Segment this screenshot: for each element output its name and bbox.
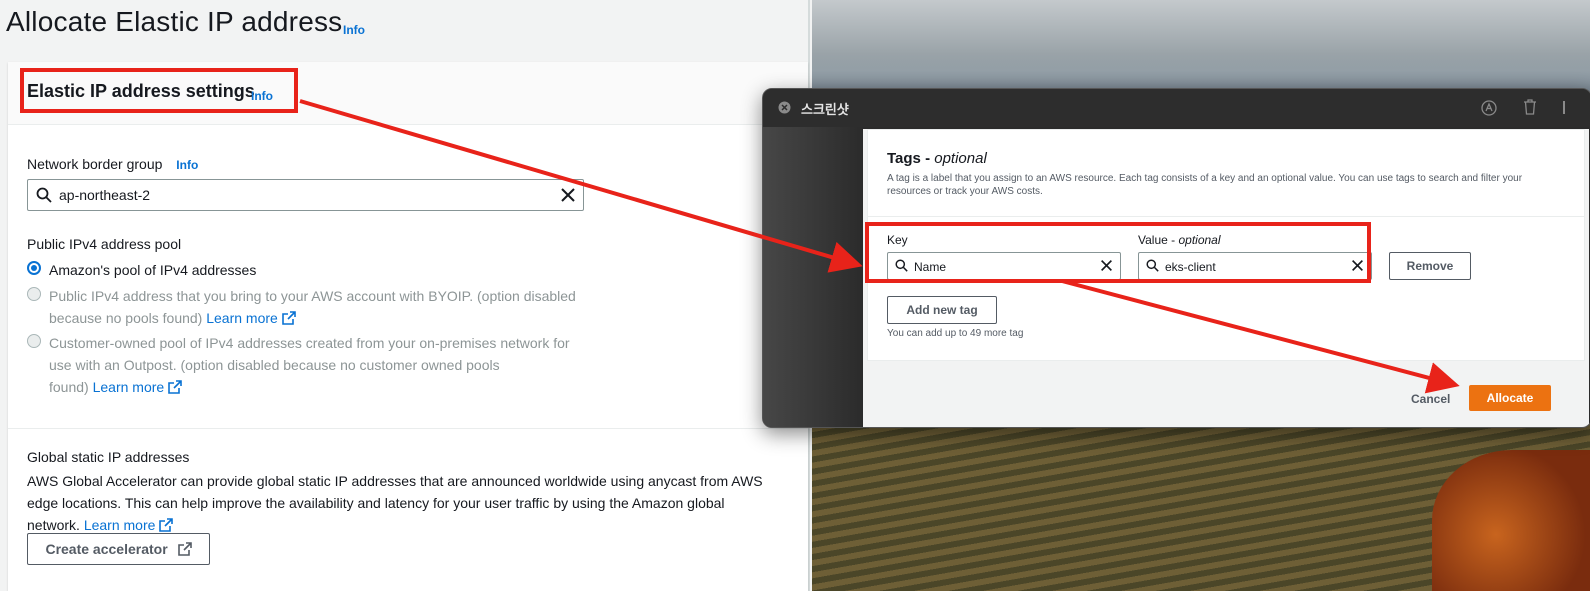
more-icon[interactable] (1563, 101, 1565, 114)
window-title: 스크린샷 (801, 102, 849, 117)
pool-option-amazon-label: Amazon's pool of IPv4 addresses (49, 262, 257, 278)
tag-limit-hint: You can add up to 49 more tag (887, 328, 1024, 339)
byoip-learn-more-link[interactable]: Learn more (206, 310, 296, 326)
trash-icon[interactable] (1523, 99, 1537, 115)
remove-tag-button[interactable]: Remove (1389, 252, 1471, 280)
network-border-group-input[interactable]: ap-northeast-2 (27, 179, 584, 211)
tags-title-optional: optional (934, 150, 987, 167)
external-link-icon (159, 518, 174, 532)
byoip-learn-more-text: Learn more (206, 310, 278, 326)
global-static-ip-label: Global static IP addresses (27, 449, 190, 465)
coip-line1: Customer-owned pool of IPv4 addresses cr… (49, 335, 570, 351)
wallpaper-trees (1432, 450, 1590, 591)
nbg-value: ap-northeast-2 (59, 187, 151, 203)
coip-line3: found) (49, 379, 89, 395)
settings-panel: Elastic IP address settings Info Network… (8, 62, 808, 591)
coip-line2: use with an Outpost. (option disabled be… (49, 357, 500, 373)
radio-disabled (27, 287, 41, 301)
wallpaper-clouds (812, 0, 1590, 90)
page-title: Allocate Elastic IP address (6, 6, 343, 37)
network-border-group-label: Network border group Info (27, 156, 198, 172)
tags-divider (868, 216, 1584, 217)
clear-icon[interactable] (560, 187, 576, 203)
coip-learn-more-link[interactable]: Learn more (93, 379, 182, 395)
markup-icon[interactable] (1481, 100, 1497, 116)
add-new-tag-button[interactable]: Add new tag (887, 296, 997, 324)
global-learn-more-text: Learn more (83, 517, 156, 533)
section-divider (8, 428, 808, 429)
global-accelerator-description: AWS Global Accelerator can provide globa… (27, 470, 797, 536)
search-icon (36, 187, 52, 203)
annotation-box-settings (20, 68, 298, 113)
window-titlebar: 스크린샷 (763, 89, 1590, 127)
create-accelerator-label: Create accelerator (45, 541, 168, 557)
create-accelerator-button[interactable]: Create accelerator (27, 533, 210, 565)
radio-disabled (27, 334, 41, 348)
global-learn-more-link[interactable]: Learn more (83, 517, 174, 533)
coip-learn-more-text: Learn more (92, 379, 165, 395)
window-side-shade (763, 127, 863, 427)
ipv4-pool-label: Public IPv4 address pool (27, 236, 182, 252)
byoip-line2: because no pools found) (49, 310, 203, 326)
external-link-icon (177, 542, 192, 556)
allocate-button[interactable]: Allocate (1469, 385, 1551, 411)
tags-title: Tags - optional (887, 150, 987, 167)
cancel-button[interactable]: Cancel (1411, 392, 1450, 406)
pool-option-byoip-label: Public IPv4 address that you bring to yo… (49, 285, 589, 329)
tags-title-text: Tags - (887, 150, 935, 167)
annotation-box-tags (865, 222, 1371, 283)
external-link-icon (168, 380, 182, 394)
pool-option-customer-owned-label: Customer-owned pool of IPv4 addresses cr… (49, 332, 589, 398)
radio-selected[interactable] (27, 261, 41, 275)
global-desc-line3: network. (27, 517, 80, 533)
nbg-label-text: Network border group (27, 156, 163, 172)
global-desc-line1: AWS Global Accelerator can provide globa… (27, 473, 763, 489)
tags-description: A tag is a label that you assign to an A… (887, 173, 1523, 197)
byoip-line1: Public IPv4 address that you bring to yo… (49, 288, 576, 304)
close-icon[interactable] (778, 101, 791, 114)
nbg-info-link[interactable]: Info (176, 158, 198, 172)
title-info-link[interactable]: Info (343, 23, 365, 37)
global-desc-line2: edge locations. This can help improve th… (27, 495, 725, 511)
external-link-icon (281, 311, 296, 325)
